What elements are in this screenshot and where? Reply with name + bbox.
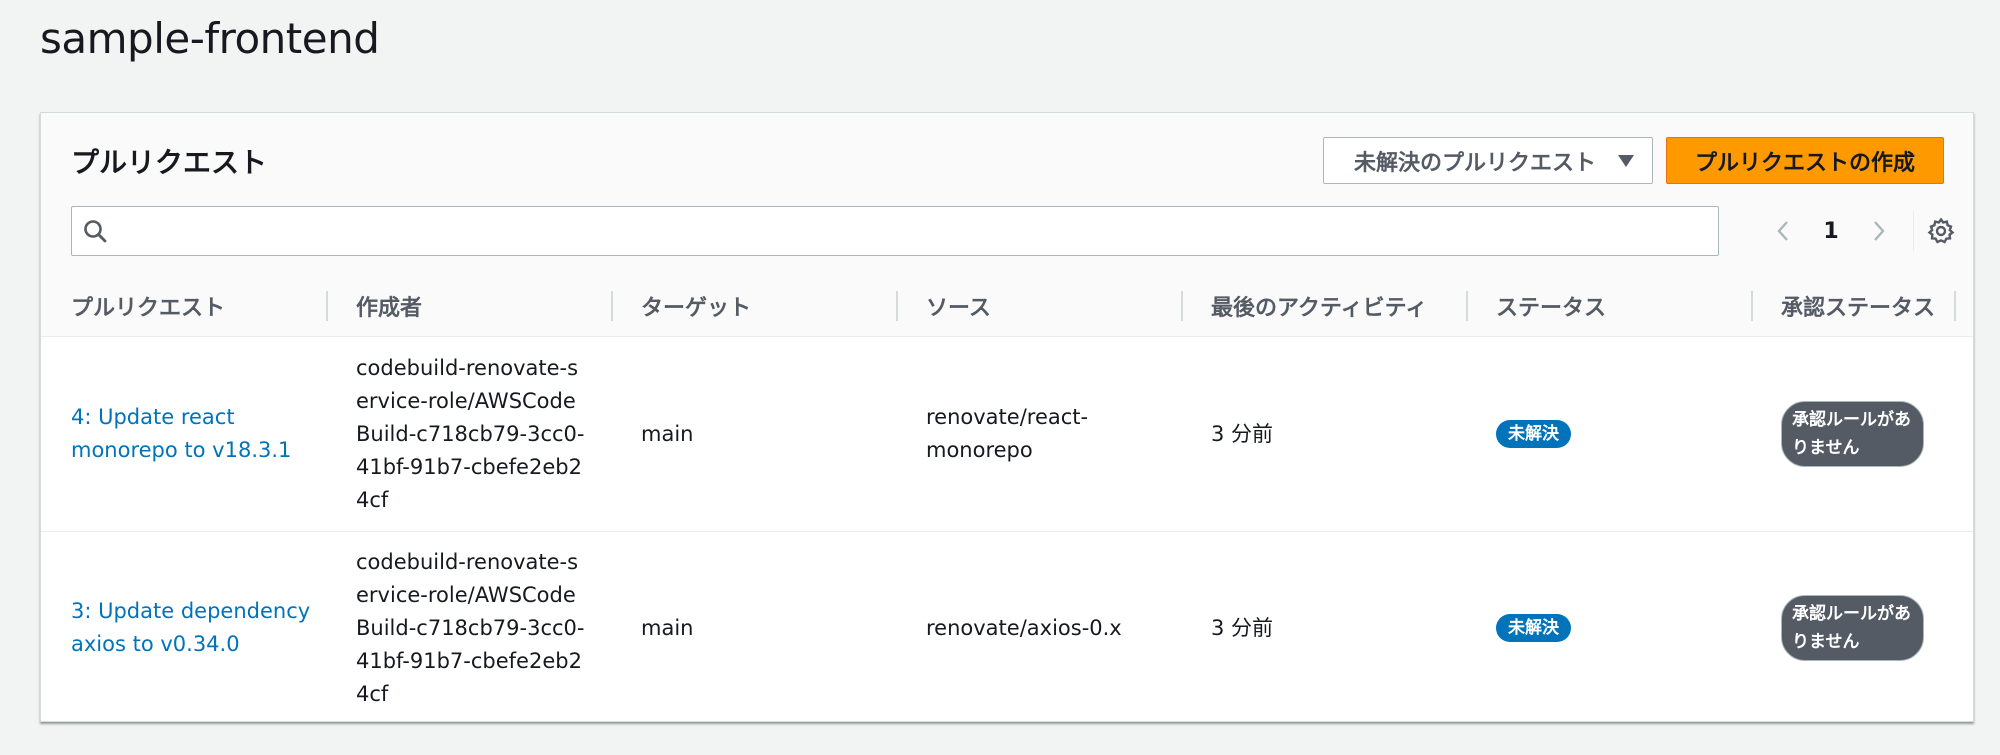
column-divider[interactable]: [1181, 291, 1183, 321]
chevron-right-icon: [1874, 221, 1885, 241]
column-divider[interactable]: [896, 291, 898, 321]
target-branch: main: [641, 421, 694, 446]
preferences-button[interactable]: [1921, 211, 1961, 251]
column-divider[interactable]: [1954, 291, 1956, 321]
search-icon: [84, 220, 107, 243]
table-row: 3: Update dependency axios to v0.34.0 co…: [41, 531, 1973, 725]
column-header-target[interactable]: ターゲット: [641, 276, 751, 336]
pagination-divider: [1913, 211, 1914, 251]
pull-request-link[interactable]: 4: Update react monorepo to v18.3.1: [71, 337, 311, 531]
column-header-source[interactable]: ソース: [926, 276, 991, 336]
gear-icon: [1927, 217, 1955, 244]
source-branch: renovate/react-monorepo: [926, 405, 1089, 462]
source-branch: renovate/axios-0.x: [926, 615, 1122, 640]
column-header-status[interactable]: ステータス: [1496, 276, 1606, 336]
table-row: 4: Update react monorepo to v18.3.1 code…: [41, 337, 1973, 532]
activity-cell: 3 分前: [1211, 531, 1451, 725]
pull-requests-panel: プルリクエスト 未解決のプルリクエスト プルリクエストの作成 1 プルリクエスト…: [40, 112, 1974, 722]
column-divider[interactable]: [1466, 291, 1468, 321]
column-divider[interactable]: [1751, 291, 1753, 321]
next-page-button[interactable]: [1864, 209, 1894, 253]
target-cell: main: [641, 531, 881, 725]
pull-request-title[interactable]: 4: Update react monorepo to v18.3.1: [71, 401, 311, 467]
caret-down-icon: [1618, 154, 1634, 167]
search-field[interactable]: [71, 206, 1719, 256]
pull-request-link[interactable]: 3: Update dependency axios to v0.34.0: [71, 531, 311, 725]
approval-cell: 承認ルールがありません: [1781, 337, 1961, 531]
pull-request-title[interactable]: 3: Update dependency axios to v0.34.0: [71, 595, 311, 661]
table-header: プルリクエスト 作成者 ターゲット ソース 最後のアクティビティ ステータス 承…: [41, 276, 1973, 337]
current-page-number[interactable]: 1: [1811, 209, 1851, 253]
status-badge: 未解決: [1496, 614, 1571, 642]
approval-cell: 承認ルールがありません: [1781, 531, 1961, 725]
filter-select-label: 未解決のプルリクエスト: [1354, 150, 1597, 176]
chevron-left-icon: [1777, 221, 1788, 241]
column-header-author[interactable]: 作成者: [356, 276, 422, 336]
status-cell: 未解決: [1496, 337, 1736, 531]
create-pull-request-button[interactable]: プルリクエストの作成: [1666, 137, 1944, 184]
author-name: codebuild-renovate-service-role/AWSCodeB…: [356, 355, 585, 512]
status-cell: 未解決: [1496, 531, 1736, 725]
panel-title: プルリクエスト: [71, 146, 268, 179]
column-divider[interactable]: [326, 291, 328, 321]
approval-status-badge: 承認ルールがありません: [1781, 401, 1924, 467]
author-cell: codebuild-renovate-service-role/AWSCodeB…: [356, 337, 588, 531]
column-divider[interactable]: [611, 291, 613, 321]
pull-request-filter-select[interactable]: 未解決のプルリクエスト: [1323, 137, 1653, 184]
target-branch: main: [641, 615, 694, 640]
status-badge: 未解決: [1496, 420, 1571, 448]
last-activity: 3 分前: [1211, 421, 1274, 446]
search-input[interactable]: [120, 213, 1704, 251]
last-activity: 3 分前: [1211, 615, 1274, 640]
approval-status-badge: 承認ルールがありません: [1781, 595, 1924, 661]
column-header-pull-request[interactable]: プルリクエスト: [71, 276, 225, 336]
source-cell: renovate/axios-0.x: [926, 531, 1166, 725]
column-header-approval-status[interactable]: 承認ステータス: [1781, 276, 1935, 336]
previous-page-button[interactable]: [1768, 209, 1798, 253]
activity-cell: 3 分前: [1211, 337, 1451, 531]
author-name: codebuild-renovate-service-role/AWSCodeB…: [356, 549, 585, 706]
column-header-last-activity[interactable]: 最後のアクティビティ: [1211, 276, 1427, 336]
source-cell: renovate/react-monorepo: [926, 337, 1096, 531]
panel-header: プルリクエスト 未解決のプルリクエスト プルリクエストの作成 1: [41, 113, 1973, 277]
page-title: sample-frontend: [40, 14, 380, 63]
author-cell: codebuild-renovate-service-role/AWSCodeB…: [356, 531, 588, 725]
target-cell: main: [641, 337, 881, 531]
